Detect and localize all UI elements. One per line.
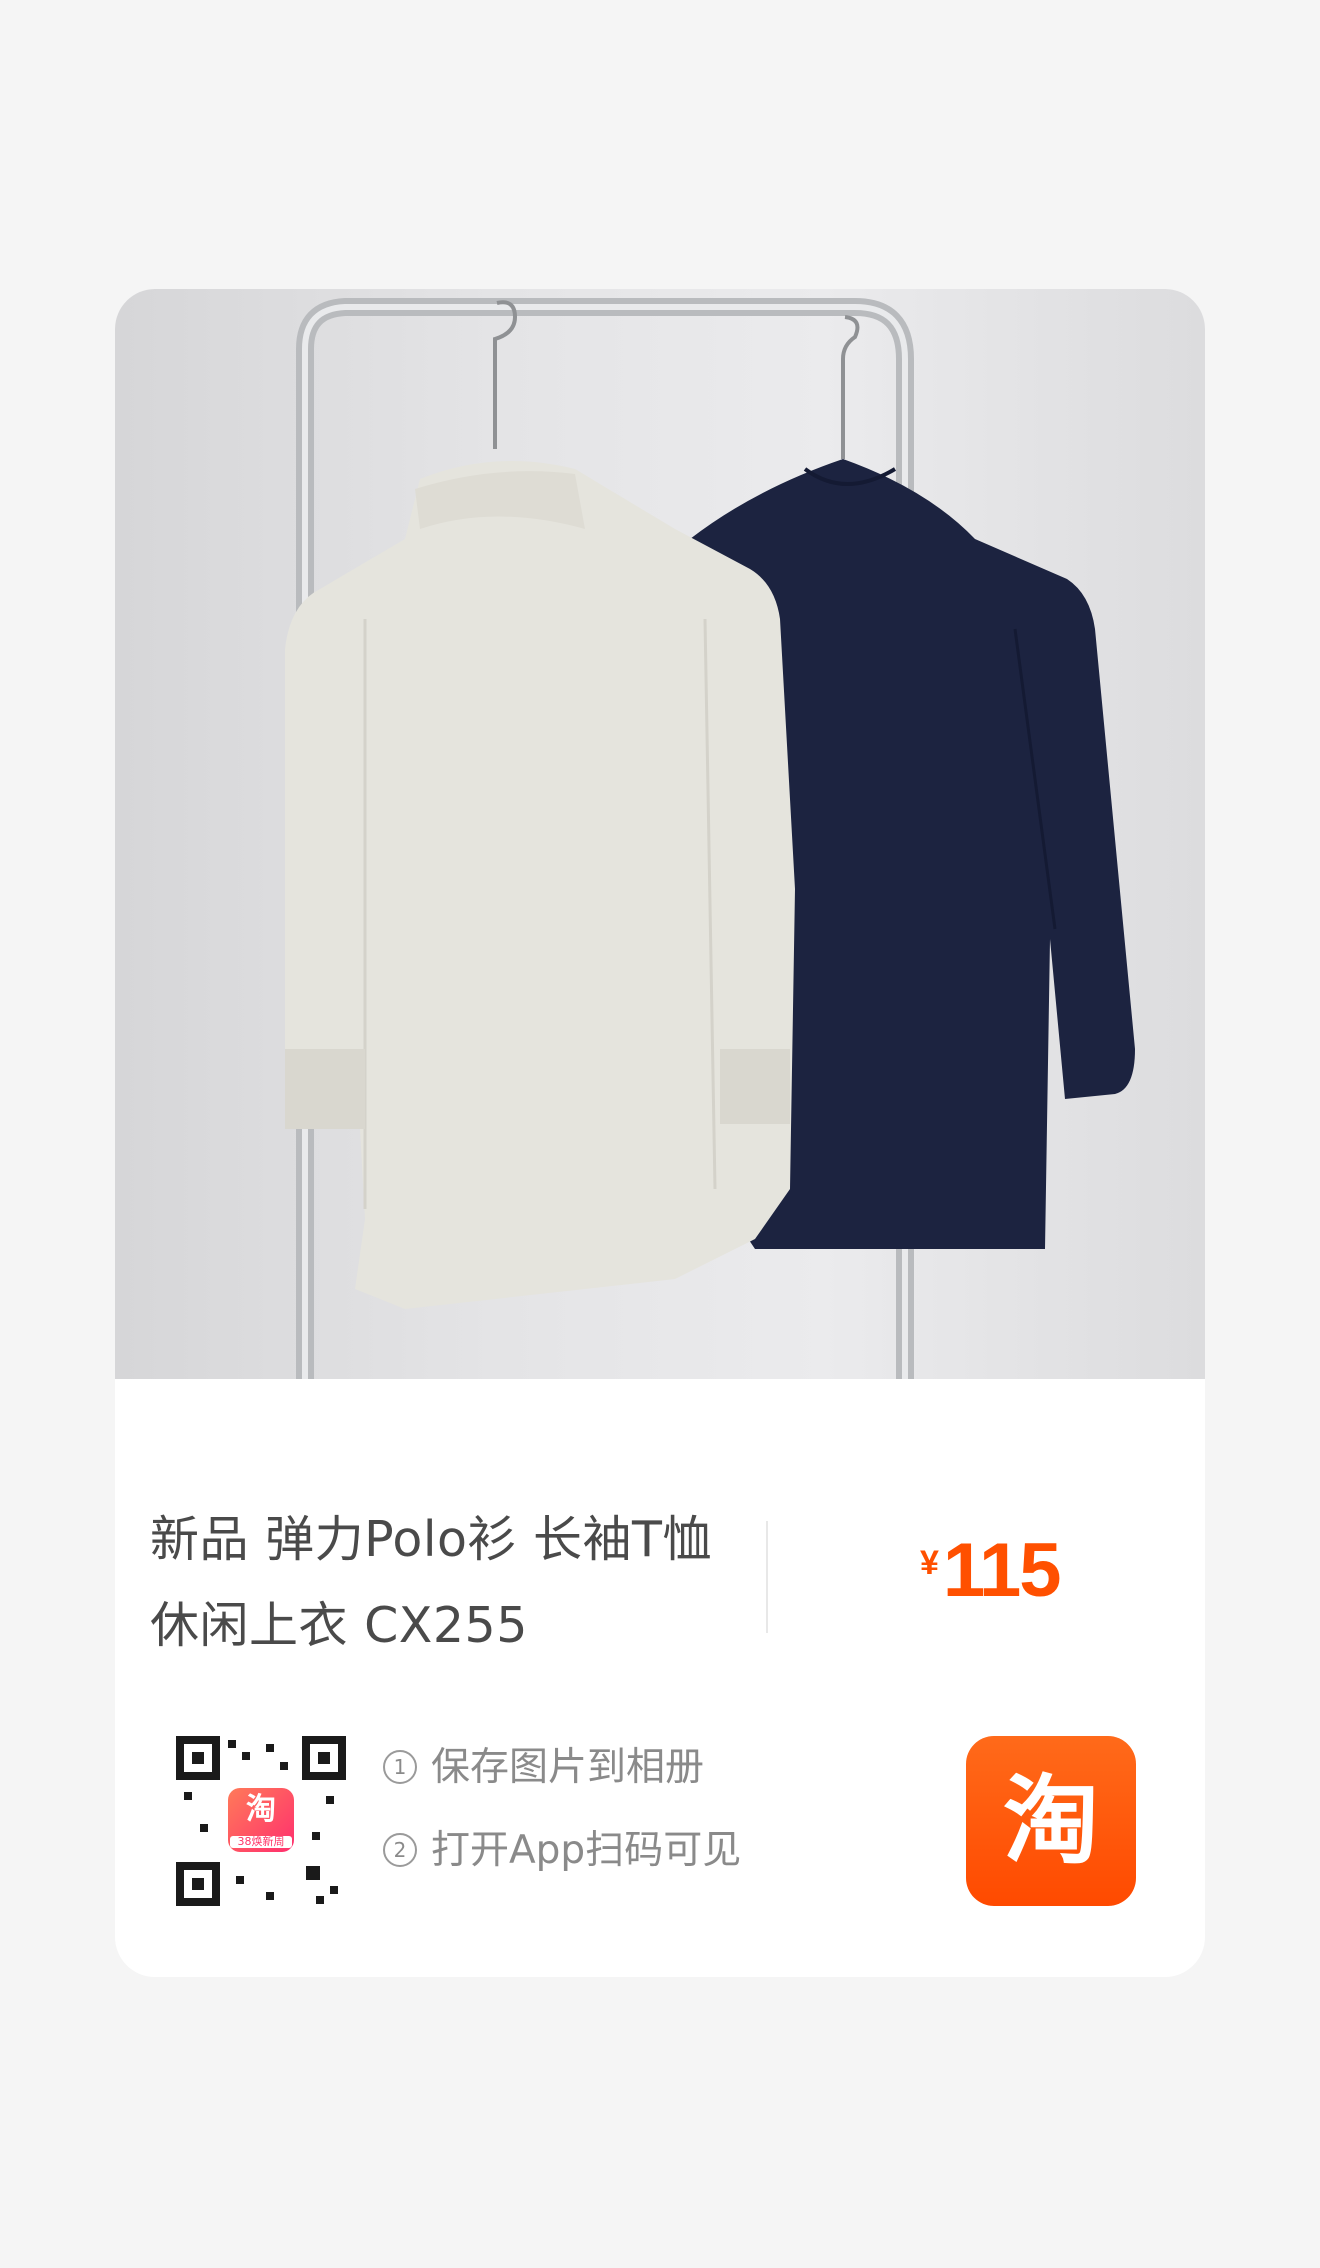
product-share-card: 新品 弹力Polo衫 长袖T恤 休闲上衣 CX255 ¥115 淘 38焕新周 … — [115, 289, 1205, 1977]
qr-module — [316, 1896, 324, 1904]
product-title-line1: 新品 弹力Polo衫 长袖T恤 — [150, 1511, 712, 1568]
step-2-number: 2 — [383, 1833, 417, 1867]
qr-module — [200, 1824, 208, 1832]
qr-module — [330, 1886, 338, 1894]
product-title[interactable]: 新品 弹力Polo衫 长袖T恤 休闲上衣 CX255 — [150, 1497, 770, 1669]
qr-module — [236, 1876, 244, 1884]
qr-module — [228, 1740, 236, 1748]
qr-center-logo: 淘 38焕新周 — [228, 1788, 294, 1852]
qr-module — [184, 1792, 192, 1800]
qr-code-icon[interactable]: 淘 38焕新周 — [176, 1736, 346, 1906]
step-1-text: 保存图片到相册 — [431, 1745, 705, 1790]
qr-finder-top-left — [176, 1736, 220, 1780]
clothing-rack-photo — [285, 298, 1135, 1379]
qr-module — [266, 1744, 274, 1752]
divider — [766, 1521, 768, 1633]
qr-module — [242, 1752, 250, 1760]
qr-logo-text: 淘 — [246, 1792, 276, 1827]
qr-module — [266, 1892, 274, 1900]
product-price: ¥115 — [920, 1527, 1062, 1614]
qr-module — [306, 1866, 320, 1880]
product-title-line2: 休闲上衣 CX255 — [150, 1597, 528, 1654]
app-logo-text: 淘 — [1003, 1765, 1099, 1877]
instruction-step-2: 2 打开App扫码可见 — [383, 1819, 741, 1875]
qr-module — [326, 1796, 334, 1804]
qr-module — [312, 1832, 320, 1840]
qr-module — [280, 1762, 288, 1770]
step-1-number: 1 — [383, 1750, 417, 1784]
qr-finder-bottom-left — [176, 1862, 220, 1906]
product-image[interactable] — [115, 289, 1205, 1379]
taobao-logo-icon[interactable]: 淘 — [966, 1736, 1136, 1906]
qr-finder-top-right — [302, 1736, 346, 1780]
currency-symbol: ¥ — [920, 1544, 939, 1582]
instruction-step-1: 1 保存图片到相册 — [383, 1736, 704, 1792]
qr-logo-badge: 38焕新周 — [230, 1836, 292, 1848]
price-value: 115 — [942, 1528, 1062, 1613]
step-2-text: 打开App扫码可见 — [431, 1828, 742, 1873]
